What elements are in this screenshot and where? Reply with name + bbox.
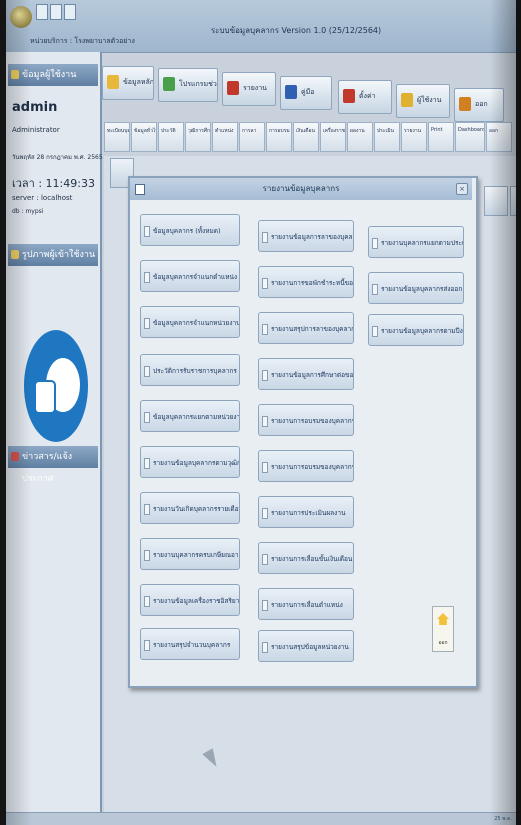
tab-general[interactable]: ข้อมูลทั่วไป <box>131 122 157 152</box>
tab-salary[interactable]: เงินเดือน <box>293 122 319 152</box>
user-info-header-label: ข้อมูลผู้ใช้งาน <box>22 70 77 80</box>
report-button[interactable]: ข้อมูลบุคลากร (ทั้งหมด) <box>140 214 240 246</box>
tools-button[interactable]: โปรแกรมช่วยงาน <box>158 68 218 102</box>
report-button[interactable]: รายงานการประเมินผลงาน <box>258 496 354 528</box>
user-icon <box>11 70 19 79</box>
home-exit-icon <box>437 613 449 625</box>
settings-button[interactable]: ตั้งค่า <box>338 80 392 114</box>
report-icon <box>227 81 239 95</box>
exit-app-button[interactable]: ออก <box>454 88 504 122</box>
tab-evaluation[interactable]: ประเมิน <box>374 122 400 152</box>
sidebar: ข้อมูลผู้ใช้งาน admin Administrator วันพ… <box>6 52 103 825</box>
dialog-exit-label: ออก <box>438 640 448 646</box>
report-button[interactable]: ข้อมูลบุคลากรจำแนกหน่วยงาน <box>140 306 240 338</box>
window-subtitle: หน่วยบริการ : โรงพยาบาลตัวอย่าง <box>30 37 135 45</box>
report-button[interactable]: รายงานข้อมูลบุคลากรตามปีงบประมาณ <box>368 314 464 346</box>
maximize-icon[interactable] <box>50 4 62 20</box>
tab-decoration[interactable]: เครื่องราชฯ <box>320 122 346 152</box>
user-photo-header-label: รูปภาพผู้เข้าใช้งาน <box>22 250 96 260</box>
report-button[interactable]: ประวัติการรับราชการบุคลากร <box>140 354 240 386</box>
dialog-exit-button[interactable]: ออก <box>432 606 454 652</box>
tab-personnel[interactable]: ทะเบียนบุคลากร <box>104 122 130 152</box>
user-info-header: ข้อมูลผู้ใช้งาน <box>8 64 98 86</box>
current-time: เวลา : 11:49:33 <box>12 177 95 190</box>
close-icon[interactable] <box>64 4 76 20</box>
report-button[interactable]: รายงานสรุปจำนวนบุคลากร <box>140 628 240 660</box>
main-data-button-label: ข้อมูลหลัก <box>123 78 154 86</box>
tab-position[interactable]: ตำแหน่ง <box>212 122 238 152</box>
user-role: Administrator <box>12 126 60 134</box>
manual-button[interactable]: คู่มือ <box>280 76 332 110</box>
application-screen: ระบบข้อมูลบุคลากร Version 1.0 (25/12/256… <box>6 0 516 825</box>
news-header[interactable]: ข่าวสาร/แจ้งประกาศ <box>8 446 98 484</box>
status-bar: 25 พ.ค. <box>6 812 516 825</box>
settings-button-label: ตั้งค่า <box>359 92 376 100</box>
database-name: db : mypsi <box>12 208 44 215</box>
current-date: วันพฤหัส 28 กรกฎาคม พ.ศ. 2565 <box>12 154 103 161</box>
app-logo-icon <box>10 6 32 28</box>
users-button-label: ผู้ใช้งาน <box>417 96 442 104</box>
report-button[interactable]: รายงานการเลื่อนตำแหน่ง <box>258 588 354 620</box>
report-button[interactable]: ข้อมูลบุคลากรแยกตามหน่วยงาน <box>140 400 240 432</box>
tab-training[interactable]: การอบรม <box>266 122 292 152</box>
report-button[interactable]: รายงานสรุปข้อมูลหน่วยงาน <box>258 630 354 662</box>
report-button[interactable]: รายงานบุคลากรครบเกษียณอายุ <box>140 538 240 570</box>
settings-icon <box>343 89 355 103</box>
title-bar: ระบบข้อมูลบุคลากร Version 1.0 (25/12/256… <box>6 0 516 53</box>
main-data-button[interactable]: ข้อมูลหลัก <box>102 66 154 100</box>
photo-icon <box>11 250 19 259</box>
report-button[interactable]: รายงานสรุปการลาของบุคลากร <box>258 312 354 344</box>
report-dialog: รายงานข้อมูลบุคลากร × ข้อมูลบุคลากร (ทั้… <box>128 176 478 688</box>
window-icon <box>135 184 145 195</box>
thumbs-up-icon <box>34 380 56 414</box>
partial-tile-icon[interactable] <box>510 186 516 216</box>
window-title: ระบบข้อมูลบุคลากร Version 1.0 (25/12/256… <box>210 26 382 35</box>
report-button[interactable]: รายงานการขอพักชำระหนี้ของบุคลากร <box>258 266 354 298</box>
tab-education[interactable]: วุฒิการศึกษา <box>185 122 211 152</box>
report-button[interactable]: รายงานการอบรมของบุคลากร <box>258 404 354 436</box>
user-photo-header: รูปภาพผู้เข้าใช้งาน <box>8 244 98 266</box>
avatar <box>24 330 88 442</box>
report-button[interactable]: รายงาน <box>222 72 276 106</box>
manual-button-label: คู่มือ <box>301 88 315 96</box>
report-button[interactable]: รายงานการเลื่อนขั้นเงินเดือน <box>258 542 354 574</box>
document-check-icon[interactable] <box>484 186 508 216</box>
tab-history[interactable]: ประวัติ <box>158 122 184 152</box>
report-button[interactable]: รายงานข้อมูลบุคลากรตามวุฒิการศึกษา <box>140 446 240 478</box>
tools-button-label: โปรแกรมช่วยงาน <box>179 80 217 88</box>
folder-icon <box>107 75 119 89</box>
status-text: 25 พ.ค. <box>494 816 512 822</box>
report-button[interactable]: รายงานบุคลากรแยกตามประเภท <box>368 226 464 258</box>
close-icon[interactable]: × <box>456 183 468 195</box>
tab-leave[interactable]: การลา <box>239 122 265 152</box>
tab-strip: ทะเบียนบุคลากร ข้อมูลทั่วไป ประวัติ วุฒิ… <box>104 122 516 156</box>
dialog-title: รายงานข้อมูลบุคลากร × <box>130 178 472 200</box>
report-button[interactable]: ข้อมูลบุคลากรจำแนกตำแหน่ง <box>140 260 240 292</box>
report-button[interactable]: รายงานข้อมูลการลาของบุคลากร <box>258 220 354 252</box>
report-button-label: รายงาน <box>243 84 267 92</box>
user-icon <box>401 93 413 107</box>
report-button[interactable]: รายงานการอบรมของบุคลากร (2) <box>258 450 354 482</box>
report-button[interactable]: รายงานข้อมูลบุคลากรส่งออก GFMIS <box>368 272 464 304</box>
server-name: server : localhost <box>12 194 73 202</box>
tab-dashboard[interactable]: Dashboard <box>455 122 485 152</box>
username: admin <box>12 100 58 115</box>
users-button[interactable]: ผู้ใช้งาน <box>396 84 450 118</box>
tab-print[interactable]: Print <box>428 122 454 152</box>
tab-report[interactable]: รายงาน <box>401 122 427 152</box>
exit-icon <box>459 97 471 111</box>
exit-app-button-label: ออก <box>475 100 488 108</box>
report-button[interactable]: รายงานวันเกิดบุคลากรรายเดือน <box>140 492 240 524</box>
tools-icon <box>163 77 175 91</box>
minimize-icon[interactable] <box>36 4 48 20</box>
megaphone-icon <box>11 452 19 461</box>
tab-exit[interactable]: ออก <box>486 122 512 152</box>
report-button[interactable]: รายงานข้อมูลเครื่องราชอิสริยาภรณ์ <box>140 584 240 616</box>
dialog-title-label: รายงานข้อมูลบุคลากร <box>262 184 340 193</box>
news-header-label: ข่าวสาร/แจ้งประกาศ <box>22 452 73 484</box>
tab-work[interactable]: ผลงาน <box>347 122 373 152</box>
report-button[interactable]: รายงานข้อมูลการศึกษาต่อของบุคลากร <box>258 358 354 390</box>
book-icon <box>285 85 297 99</box>
